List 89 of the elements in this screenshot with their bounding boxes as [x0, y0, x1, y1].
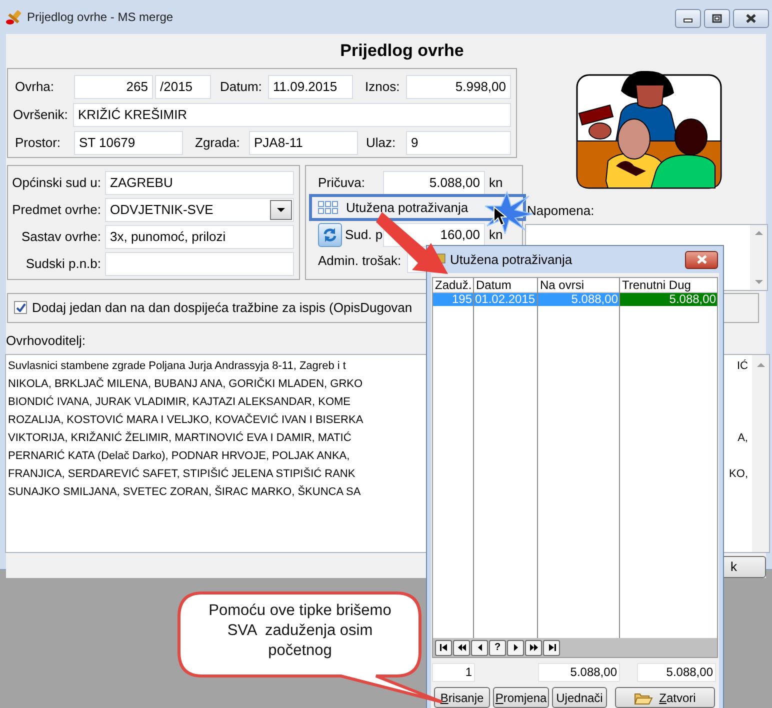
field-label: Sud. p [345, 226, 383, 244]
field-label: Sudski p.n.b: [24, 255, 102, 274]
field-label: Ulaz: [366, 134, 397, 152]
input-field[interactable] [105, 252, 294, 276]
total-field: 5.088,00 [538, 663, 620, 682]
text-line: KO, [729, 467, 748, 482]
checkbox-label: Dodaj jedan dan na dan dospijeća tražbine za ispis (OpisDugovan [32, 298, 412, 317]
field-label: kn [489, 226, 503, 244]
text-line: NIKOLA, BRKLJAČ MILENA, BUBANJ ANA, GORIČKI MLADEN, GRKO [8, 376, 363, 392]
navigator-button[interactable] [453, 640, 470, 656]
field-label: Admin. trošak: [318, 252, 402, 270]
field-label: Zgrada: [195, 134, 241, 152]
text-line: Suvlasnici stambene zgrade Poljana Jurja Andrassyja 8-11, Zagreb i t [8, 359, 346, 374]
navigator-button[interactable] [435, 640, 452, 656]
text-line: IĆ [737, 358, 748, 374]
folder-icon [634, 690, 654, 704]
scroll-down-icon [754, 280, 762, 284]
field-label: Pričuva: [318, 174, 366, 192]
close-button[interactable] [733, 9, 769, 28]
restore-button[interactable] [704, 9, 730, 28]
text-line: ROZALIJA, KOSTOVIĆ MARA I VELJKO, KOVAČEVIĆ IVAN I BISERKA [8, 412, 364, 428]
callout-text: Pomoću ove tipke brišemo SVA zaduženja osim početnog [208, 601, 392, 661]
double-right-icon [530, 644, 538, 651]
dialog-button[interactable]: Promjena [493, 687, 549, 708]
close-icon [744, 13, 758, 24]
text-line: VIKTORIJA, KRIŽANIĆ ŽELIMIR, MARTINOVIĆ EVA I DAMIR, MATIĆ [8, 430, 352, 446]
text-line: BIONDIĆ IVANA, JURAK VLADIMIR, KAJTAZI ALEKSANDAR, KOME [8, 394, 350, 410]
form-heading: Prijedlog ovrhe [340, 40, 464, 62]
input-field[interactable]: 265 [74, 75, 153, 99]
navigator-button[interactable]: ? [489, 640, 506, 656]
field-label: Ovrhovoditelj: [6, 332, 86, 350]
mouse-cursor-icon [493, 206, 507, 226]
input-field[interactable]: /2015 [155, 75, 211, 99]
minimize-button[interactable] [675, 9, 701, 28]
field-label: Općinski sud u: [11, 174, 102, 192]
field-label: Predmet ovrhe: [11, 201, 102, 220]
input-field[interactable]: 5.998,00 [406, 75, 511, 99]
scroll-up-icon [756, 363, 764, 367]
refresh-button[interactable] [318, 223, 342, 247]
total-field: 5.088,00 [637, 663, 716, 682]
gavel-icon [5, 9, 23, 25]
field-label: Iznos: [365, 78, 401, 96]
input-field[interactable]: KRIŽIĆ KREŠIMIR [73, 103, 511, 127]
dialog-button[interactable]: Ujednači [552, 687, 607, 708]
scroll-up-icon [754, 230, 762, 234]
text-line: A, [738, 431, 748, 446]
input-field[interactable]: 5.088,00 [383, 171, 485, 195]
input-field[interactable]: 9 [406, 131, 511, 155]
close-button[interactable] [685, 250, 718, 268]
grid-icon [318, 201, 338, 214]
field-label: Sastav ovrhe: [20, 228, 102, 246]
double-left-icon [458, 644, 466, 651]
check-icon [16, 303, 26, 312]
close-icon [696, 255, 708, 264]
table-cell[interactable]: 5.088,00 [620, 293, 717, 306]
scrollbar[interactable] [752, 355, 769, 552]
dropdown-arrow-icon [277, 208, 285, 212]
dialog-title: Utužena potraživanja [450, 250, 574, 269]
dialog-button[interactable]: Brisanje [434, 687, 490, 708]
field-label: Ovršenik: [13, 106, 69, 124]
input-field[interactable]: ZAGREBU [105, 171, 294, 195]
field-label: kn [489, 174, 503, 192]
total-field: 1 [432, 663, 475, 682]
input-field[interactable]: ST 10679 [74, 131, 183, 155]
dropdown[interactable]: ODVJETNIK-SVE [105, 198, 294, 222]
input-field[interactable]: 11.09.2015 [268, 75, 353, 99]
text-line: FRANJICA, SERDAREVIĆ SAFET, STIPIŠIĆ JELENA STIPIŠIĆ RANK [8, 466, 356, 482]
field-label: Datum: [220, 78, 263, 96]
field-label: Prostor: [14, 134, 62, 152]
field-label: Ovrha: [14, 78, 56, 96]
field-label: Napomena: [527, 202, 596, 220]
input-field[interactable]: 3x, punomoć, prilozi [105, 225, 294, 249]
restore-icon [710, 13, 724, 24]
dialog-button[interactable]: Zatvori [615, 687, 715, 708]
navigator-button[interactable] [471, 640, 488, 656]
text-line: SUNAJKO SMILJANA, SVETEC ZORAN, ŠIRAC MARKO, ŠKUNCA SA [8, 484, 361, 500]
right-triangle-icon [512, 644, 520, 651]
navigator-button[interactable] [525, 640, 542, 656]
last-record-icon [548, 644, 556, 651]
checkbox[interactable] [14, 301, 27, 314]
refresh-icon [322, 227, 338, 243]
navigator-button[interactable] [507, 640, 524, 656]
first-record-icon [440, 644, 448, 651]
left-triangle-icon [476, 644, 484, 651]
window-title: Prijedlog ovrhe - MS merge [27, 9, 174, 26]
text-line: PERNARIĆ KATA (Delač Darko), PODNAR HRVOJE, POLJAK ANKA, [8, 448, 350, 464]
scrollbar[interactable] [750, 224, 767, 290]
navigator-button[interactable] [543, 640, 560, 656]
input-field[interactable]: PJA8-11 [249, 131, 358, 155]
